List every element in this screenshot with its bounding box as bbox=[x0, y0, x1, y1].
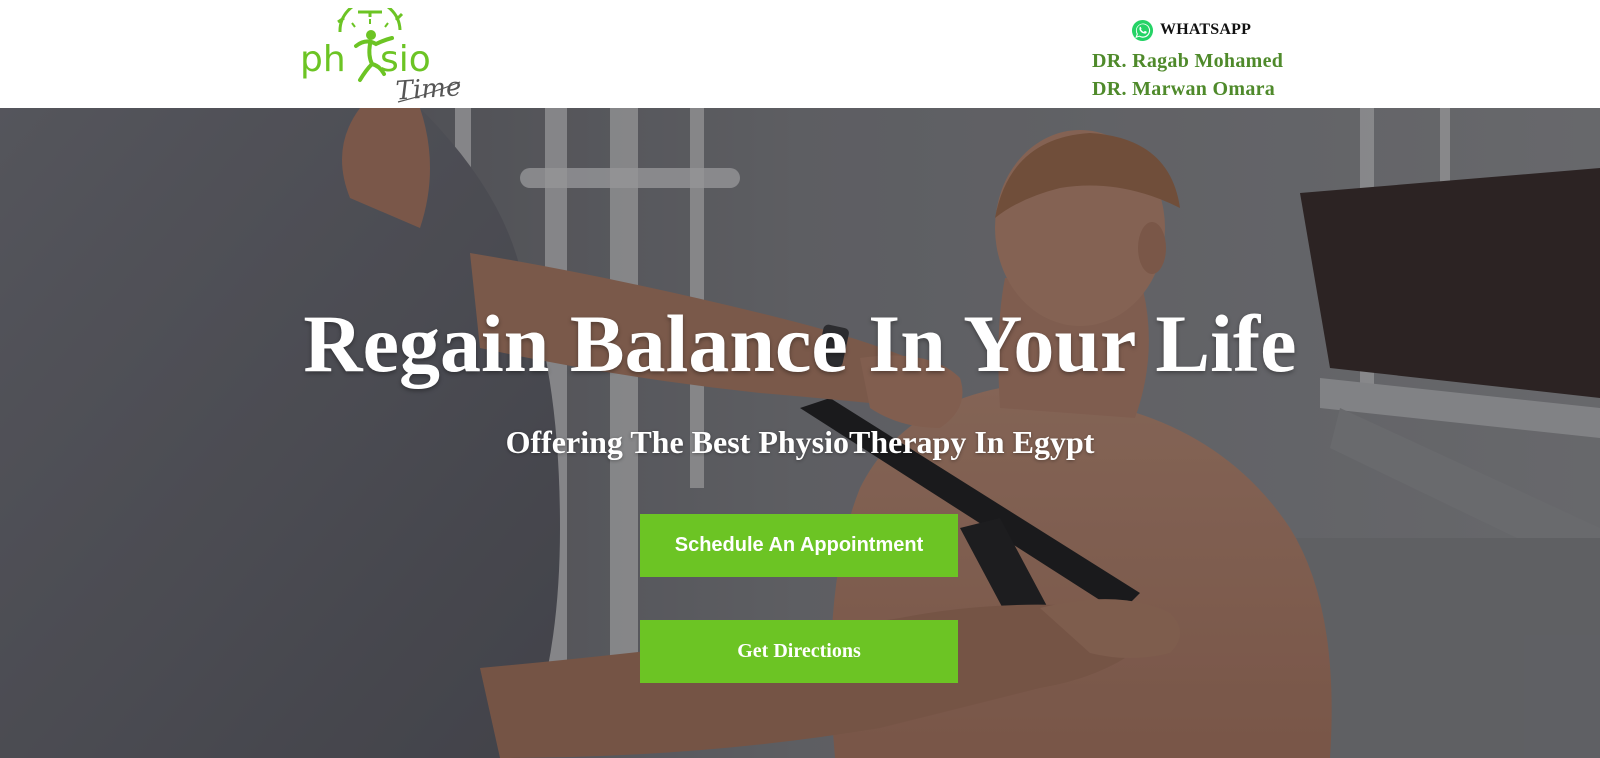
logo-text-ph: ph bbox=[300, 39, 346, 80]
contact-block: WHATSAPP DR. Ragab Mohamed DR. Marwan Om… bbox=[1092, 14, 1322, 103]
site-logo[interactable]: ph sio Time bbox=[300, 8, 470, 106]
schedule-appointment-button[interactable]: Schedule An Appointment bbox=[640, 514, 958, 577]
hero-section: Regain Balance In Your Life Offering The… bbox=[0, 108, 1600, 758]
hero-content: Regain Balance In Your Life Offering The… bbox=[0, 108, 1600, 758]
logo-text-time: Time bbox=[395, 72, 463, 106]
whatsapp-icon bbox=[1131, 19, 1154, 41]
doctor-link-marwan-omara[interactable]: DR. Marwan Omara bbox=[1092, 75, 1322, 103]
get-directions-button[interactable]: Get Directions bbox=[640, 620, 958, 683]
whatsapp-link[interactable]: WHATSAPP bbox=[1131, 14, 1322, 46]
site-header: ph sio Time WHATSAPP DR. Ragab Mohamed D… bbox=[0, 0, 1600, 108]
doctor-link-ragab-mohamed[interactable]: DR. Ragab Mohamed bbox=[1092, 47, 1322, 75]
hero-subtitle: Offering The Best PhysioTherapy In Egypt bbox=[505, 424, 1095, 460]
physio-time-logo-graphic: ph sio Time bbox=[300, 8, 463, 106]
whatsapp-label: WHATSAPP bbox=[1160, 21, 1252, 38]
hero-title: Regain Balance In Your Life bbox=[303, 298, 1297, 389]
